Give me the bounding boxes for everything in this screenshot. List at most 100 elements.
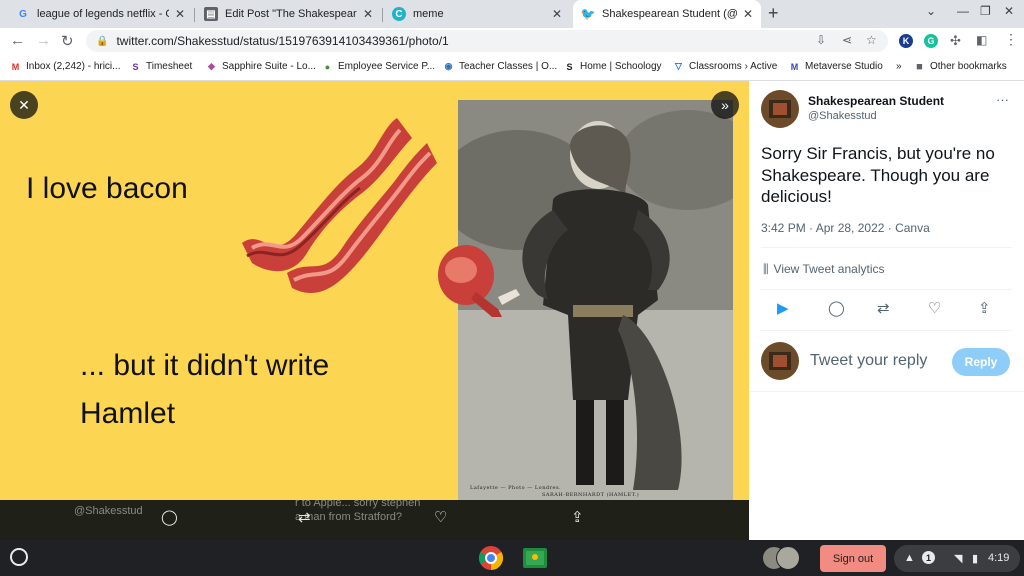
bookmark-star-icon[interactable]: ☆ (866, 33, 877, 47)
slide-line-2: ... but it didn't write (80, 349, 330, 382)
viewer-like-icon[interactable]: ♡ (434, 508, 447, 526)
avatar (776, 546, 800, 570)
sign-out-button[interactable]: Sign out (820, 545, 886, 572)
tab-strip: G league of legends netflix - Googl ✕ ▤ … (0, 0, 1024, 28)
close-viewer-button[interactable]: ✕ (10, 91, 38, 119)
canva-icon: C (392, 7, 406, 21)
bookmarks-bar: M Inbox (2,242) - hrici... S Timesheet ◆ Sa… (0, 54, 1024, 81)
restore-icon[interactable]: ❐ (980, 4, 991, 18)
notification-count: 1 (922, 551, 935, 564)
tab-meme[interactable]: C meme ✕ (384, 2, 570, 26)
divider (749, 391, 1024, 392)
address-bar[interactable]: 🔒 twitter.com/Shakesstud/status/15197639… (86, 30, 888, 52)
viewer-retweet-icon[interactable]: ⇄ (298, 508, 311, 526)
install-app-icon[interactable]: ⇩ (816, 33, 826, 47)
ham-illustration (438, 245, 520, 317)
extensions-puzzle-icon[interactable]: ✣ (950, 33, 961, 49)
gmail-icon: M (11, 61, 20, 72)
forward-icon[interactable]: → (36, 32, 51, 49)
teacher-classes-icon: ◉ (444, 61, 453, 71)
slide-line-1: I love bacon (26, 172, 188, 205)
bookmark-item[interactable]: M Inbox (2,242) - hrici... (10, 61, 121, 72)
tweet-meta: 3:42 PM · Apr 28, 2022 · Canva (761, 221, 930, 235)
metaverse-icon: M (790, 61, 799, 72)
more-options-icon[interactable]: ··· (996, 92, 1009, 107)
bacon-illustration (242, 118, 437, 293)
launcher-icon[interactable] (10, 548, 28, 566)
system-tray[interactable]: ▲ 1 ◥ ▮ 4:19 (894, 545, 1020, 572)
author-handle[interactable]: @Shakesstud (808, 110, 877, 122)
wifi-icon: ◥ (954, 553, 963, 565)
kami-extension-icon[interactable]: K (899, 34, 913, 48)
grammarly-extension-icon[interactable]: G (924, 34, 938, 48)
bookmark-item[interactable]: ▽ Classrooms › Active (673, 61, 777, 72)
author-name[interactable]: Shakespearean Student (808, 94, 944, 108)
expand-viewer-button[interactable]: » (711, 91, 739, 119)
tab-shakespearean-student[interactable]: 🐦 Shakespearean Student (@Shake ✕ (573, 0, 761, 28)
reply-input[interactable]: Tweet your reply (810, 352, 927, 370)
reply-icon[interactable]: ◯ (828, 299, 845, 317)
new-tab-button[interactable]: + (768, 3, 779, 24)
close-tab-icon[interactable]: ✕ (743, 7, 753, 21)
blog-icon: ▤ (204, 7, 218, 21)
tab-edit-post[interactable]: ▤ Edit Post "The Shakespeare Auth ✕ (196, 2, 381, 26)
side-panel-icon[interactable]: ◧ (976, 33, 987, 47)
bookmark-item[interactable]: M Metaverse Studio (789, 61, 883, 72)
tab-separator (194, 8, 195, 22)
retweet-icon[interactable]: ⇄ (877, 299, 890, 317)
viewer-share-icon[interactable]: ⇪ (571, 508, 584, 526)
share-icon[interactable]: ⋖ (842, 33, 852, 47)
tab-search-icon[interactable]: ⌄ (926, 4, 936, 18)
bookmark-item[interactable]: S Home | Schoology (564, 61, 661, 72)
slide-line-3: Hamlet (80, 397, 176, 430)
author-avatar[interactable] (761, 90, 799, 128)
play-icon[interactable]: ▶ (777, 299, 789, 317)
reply-avatar (761, 342, 799, 380)
classrooms-icon: ▽ (675, 61, 682, 71)
employee-portal-icon: ● (324, 61, 331, 72)
user-avatars[interactable] (762, 546, 800, 571)
like-icon[interactable]: ♡ (928, 299, 941, 317)
sapphire-icon: ◆ (208, 61, 215, 71)
divider (761, 247, 1012, 248)
schoology-icon: S (566, 61, 573, 72)
divider (761, 289, 1012, 290)
clock: 4:19 (988, 552, 1010, 564)
reload-icon[interactable]: ↻ (61, 32, 74, 50)
tweet-text: Sorry Sir Francis, but you're no Shakesp… (761, 144, 995, 206)
divider (761, 330, 1012, 331)
google-icon: G (19, 8, 27, 20)
battery-icon: ▮ (972, 553, 979, 565)
close-tab-icon[interactable]: ✕ (552, 7, 562, 21)
share-icon[interactable]: ⇪ (978, 299, 991, 317)
bookmark-item[interactable]: ● Employee Service P... (322, 61, 435, 72)
underlying-text: a man from Stratford? (295, 511, 402, 523)
close-tab-icon[interactable]: ✕ (175, 7, 185, 21)
bookmark-item[interactable]: ◆ Sapphire Suite - Lo... (206, 61, 316, 72)
lock-icon: 🔒 (96, 35, 109, 47)
timesheet-icon: S (132, 61, 139, 72)
close-tab-icon[interactable]: ✕ (363, 7, 373, 21)
view-analytics-link[interactable]: ⫼ View Tweet analytics (763, 262, 884, 277)
menu-kebab-icon[interactable]: ⋮ (1004, 31, 1018, 48)
photo-credit: Lafayette — Photo — Londres. (470, 485, 562, 491)
analytics-icon: ⫼ (763, 262, 769, 276)
folder-icon: ■ (916, 60, 923, 73)
minimize-icon[interactable]: — (957, 4, 969, 18)
tab-google-search[interactable]: G league of legends netflix - Googl ✕ (8, 2, 193, 26)
browser-toolbar: ← → ↻ 🔒 twitter.com/Shakesstud/status/15… (0, 28, 1024, 54)
reply-button[interactable]: Reply (952, 348, 1010, 376)
tab-separator (382, 8, 383, 22)
google-classroom-icon[interactable] (522, 545, 548, 571)
chrome-icon[interactable] (478, 545, 504, 571)
underlying-handle: @Shakesstud (74, 505, 143, 517)
other-bookmarks-folder[interactable]: ■ Other bookmarks (914, 60, 1007, 73)
bookmark-item[interactable]: ◉ Teacher Classes | O... (443, 61, 558, 72)
back-icon[interactable]: ← (10, 32, 25, 49)
close-window-icon[interactable]: ✕ (1004, 4, 1014, 18)
bookmarks-overflow-button[interactable]: » (896, 61, 902, 72)
viewer-reply-icon[interactable]: ◯ (161, 508, 178, 526)
warning-icon: ▲ (904, 552, 915, 564)
bookmark-item[interactable]: S Timesheet (130, 61, 192, 72)
twitter-icon: 🐦 (580, 7, 596, 21)
